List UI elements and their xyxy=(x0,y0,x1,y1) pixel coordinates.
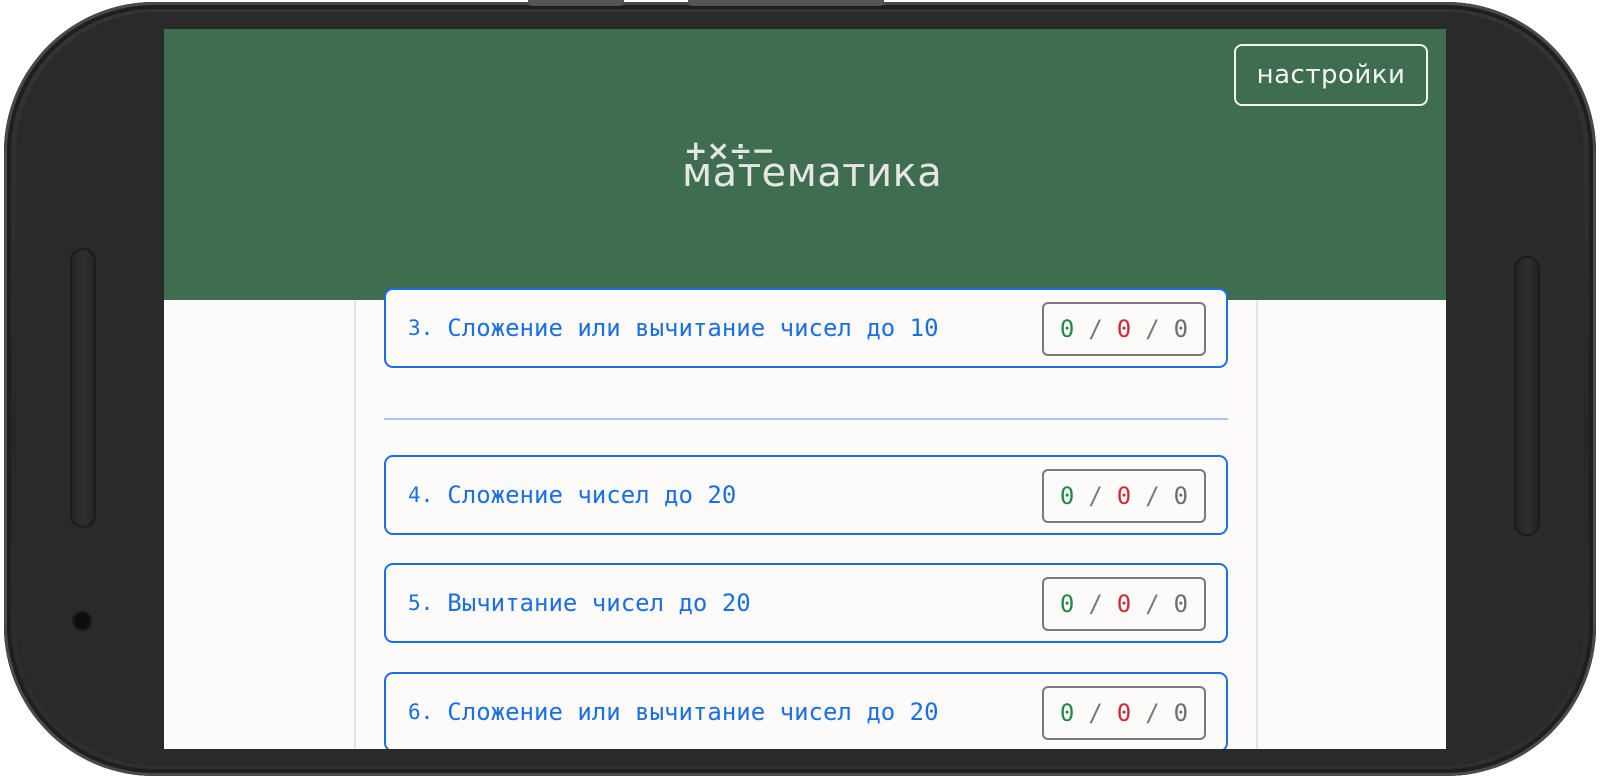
task-number: 3. xyxy=(408,316,434,340)
score-separator: / xyxy=(1145,482,1160,510)
task-label: 5. Вычитание чисел до 20 xyxy=(408,565,751,641)
group-divider xyxy=(384,418,1228,420)
task-number: 4. xyxy=(408,483,434,507)
camera-icon xyxy=(74,613,90,629)
score-correct: 0 xyxy=(1059,315,1075,343)
top-button-slot xyxy=(528,0,624,6)
score-total: 0 xyxy=(1173,315,1189,343)
score-badge: 0 / 0 / 0 xyxy=(1042,469,1206,523)
score-total: 0 xyxy=(1173,482,1189,510)
score-wrong: 0 xyxy=(1116,590,1132,618)
score-separator: / xyxy=(1145,590,1160,618)
task-number: 5. xyxy=(408,591,434,615)
task-item[interactable]: 4. Сложение чисел до 20 0 / 0 / 0 xyxy=(384,455,1228,535)
score-correct: 0 xyxy=(1059,590,1075,618)
phone-device: +×÷− математика настройки 3. Сложение или… xyxy=(0,0,1600,780)
speaker-grille-right xyxy=(1514,256,1540,536)
task-label: 4. Сложение чисел до 20 xyxy=(408,457,736,533)
task-title: Сложение или вычитание чисел до 10 xyxy=(447,314,939,342)
score-total: 0 xyxy=(1173,699,1189,727)
settings-button[interactable]: настройки xyxy=(1234,44,1428,106)
score-correct: 0 xyxy=(1059,699,1075,727)
speaker-grille-left xyxy=(70,248,96,528)
score-badge: 0 / 0 / 0 xyxy=(1042,577,1206,631)
score-separator: / xyxy=(1088,315,1103,343)
task-item[interactable]: 6. Сложение или вычитание чисел до 20 0 /… xyxy=(384,672,1228,749)
score-separator: / xyxy=(1145,315,1160,343)
task-label: 6. Сложение или вычитание чисел до 20 xyxy=(408,674,939,749)
app-title: математика xyxy=(682,150,943,196)
score-separator: / xyxy=(1145,699,1160,727)
task-title: Вычитание чисел до 20 xyxy=(447,589,751,617)
app-header: +×÷− математика настройки xyxy=(164,29,1446,300)
app-screen: +×÷− математика настройки 3. Сложение или… xyxy=(164,29,1446,749)
app-logo: +×÷− математика xyxy=(682,137,944,207)
task-label: 3. Сложение или вычитание чисел до 10 xyxy=(408,290,939,366)
task-number: 6. xyxy=(408,700,434,724)
score-separator: / xyxy=(1088,590,1103,618)
task-title: Сложение чисел до 20 xyxy=(447,481,737,509)
task-item[interactable]: 5. Вычитание чисел до 20 0 / 0 / 0 xyxy=(384,563,1228,643)
score-wrong: 0 xyxy=(1116,482,1132,510)
score-wrong: 0 xyxy=(1116,315,1132,343)
score-wrong: 0 xyxy=(1116,699,1132,727)
top-button-slot xyxy=(688,0,884,6)
score-badge: 0 / 0 / 0 xyxy=(1042,302,1206,356)
score-correct: 0 xyxy=(1059,482,1075,510)
score-badge: 0 / 0 / 0 xyxy=(1042,686,1206,740)
score-total: 0 xyxy=(1173,590,1189,618)
task-title: Сложение или вычитание чисел до 20 xyxy=(447,698,939,726)
score-separator: / xyxy=(1088,482,1103,510)
task-item[interactable]: 3. Сложение или вычитание чисел до 10 0 /… xyxy=(384,288,1228,368)
score-separator: / xyxy=(1088,699,1103,727)
